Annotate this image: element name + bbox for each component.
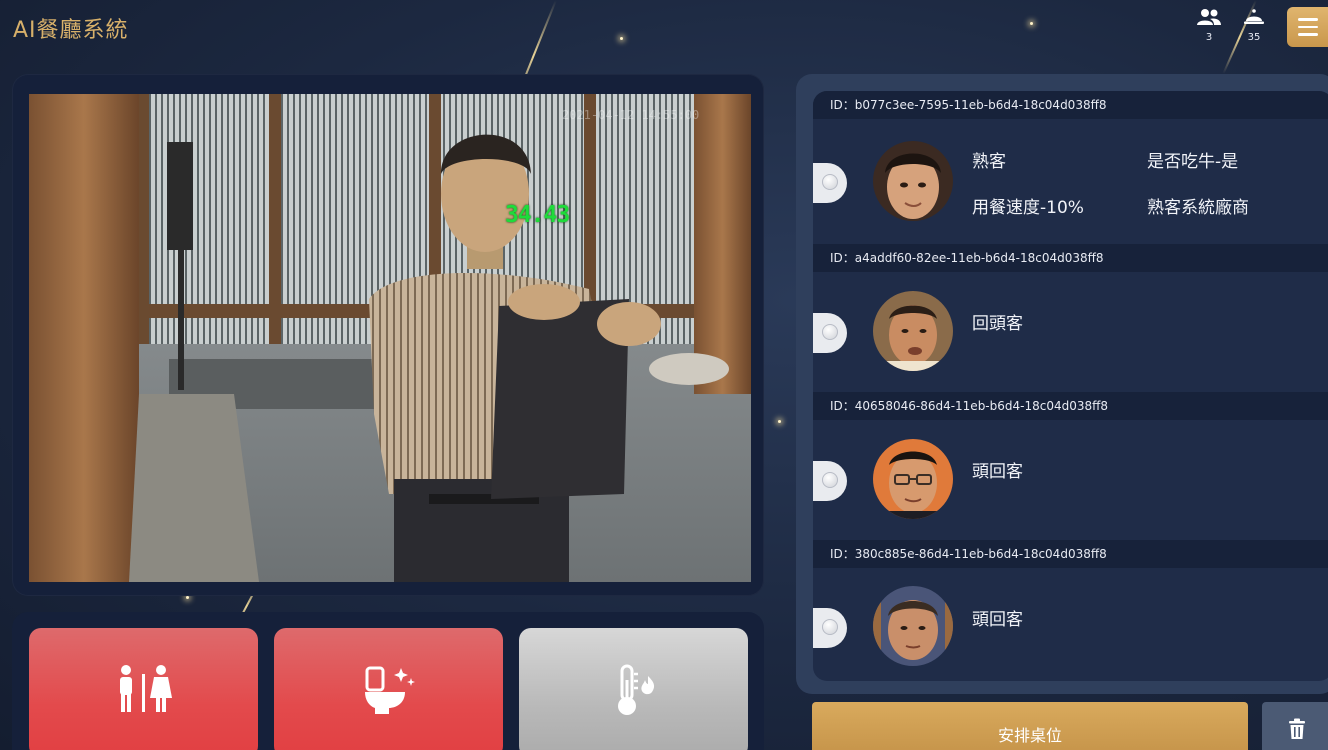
customer-id-bar: ID：a4addf60-82ee-11eb-b6d4-18c04d038ff8 — [813, 244, 1328, 272]
top-bar: AI餐廳系統 3 35 — [0, 0, 1328, 56]
customer-tag: 回頭客 — [972, 314, 1023, 334]
sparkle — [186, 596, 189, 599]
temperature-readout: 34.43 — [505, 202, 570, 228]
camera-panel: 34.43 2021-04-12 14:55:00 — [12, 74, 764, 596]
app-title: AI餐廳系統 — [13, 18, 129, 43]
hamburger-menu-icon — [1297, 18, 1318, 21]
customer-id-bar: ID：b077c3ee-7595-11eb-b6d4-18c04d038ff8 — [813, 91, 1328, 119]
customer-tag: 熟客 — [972, 152, 1006, 172]
camera-timestamp: 2021-04-12 14:55:00 — [562, 108, 700, 122]
customer-id-bar: ID：40658046-86d4-11eb-b6d4-18c04d038ff8 — [813, 392, 1328, 420]
served-count-stat[interactable]: 35 — [1239, 8, 1269, 43]
customer-avatar — [873, 141, 953, 221]
customer-avatar — [873, 291, 953, 371]
thermometer-icon — [610, 664, 658, 750]
customer-select-radio[interactable] — [813, 163, 847, 203]
customer-avatar — [873, 439, 953, 519]
camera-scene-image — [29, 94, 751, 582]
customer-select-radio[interactable] — [813, 461, 847, 501]
cloche-icon — [1239, 8, 1269, 30]
customer-tag: 頭回客 — [972, 610, 1023, 630]
guest-count-stat[interactable]: 3 — [1194, 8, 1224, 43]
customer-tag: 用餐速度-10% — [972, 198, 1084, 218]
people-icon — [1194, 8, 1224, 30]
hamburger-menu-button[interactable] — [1287, 7, 1328, 47]
delete-button[interactable] — [1262, 702, 1328, 750]
trash-icon — [1287, 718, 1307, 750]
restroom-button[interactable] — [29, 628, 258, 750]
restroom-icon — [114, 664, 174, 750]
customer-select-radio[interactable] — [813, 608, 847, 648]
arrange-table-button[interactable]: 安排桌位 — [812, 702, 1248, 750]
customer-select-radio[interactable] — [813, 313, 847, 353]
customer-id-bar: ID：380c885e-86d4-11eb-b6d4-18c04d038ff8 — [813, 540, 1328, 568]
quick-actions-panel — [12, 612, 764, 750]
customer-avatar — [873, 586, 953, 666]
served-count: 35 — [1247, 32, 1261, 43]
customer-list: ID：b077c3ee-7595-11eb-b6d4-18c04d038ff8 … — [813, 91, 1328, 681]
customer-tag: 是否吃牛-是 — [1147, 152, 1239, 172]
toilet-cleaning-icon — [361, 664, 417, 750]
camera-feed: 34.43 2021-04-12 14:55:00 — [29, 94, 751, 582]
customer-tag: 熟客系統廠商 — [1147, 198, 1249, 218]
customer-tag: 頭回客 — [972, 462, 1023, 482]
toilet-cleaning-button[interactable] — [274, 628, 503, 750]
customer-list-panel: ID：b077c3ee-7595-11eb-b6d4-18c04d038ff8 … — [796, 74, 1328, 694]
sparkle — [778, 420, 781, 423]
thermometer-button[interactable] — [519, 628, 748, 750]
guest-count: 3 — [1205, 32, 1213, 43]
